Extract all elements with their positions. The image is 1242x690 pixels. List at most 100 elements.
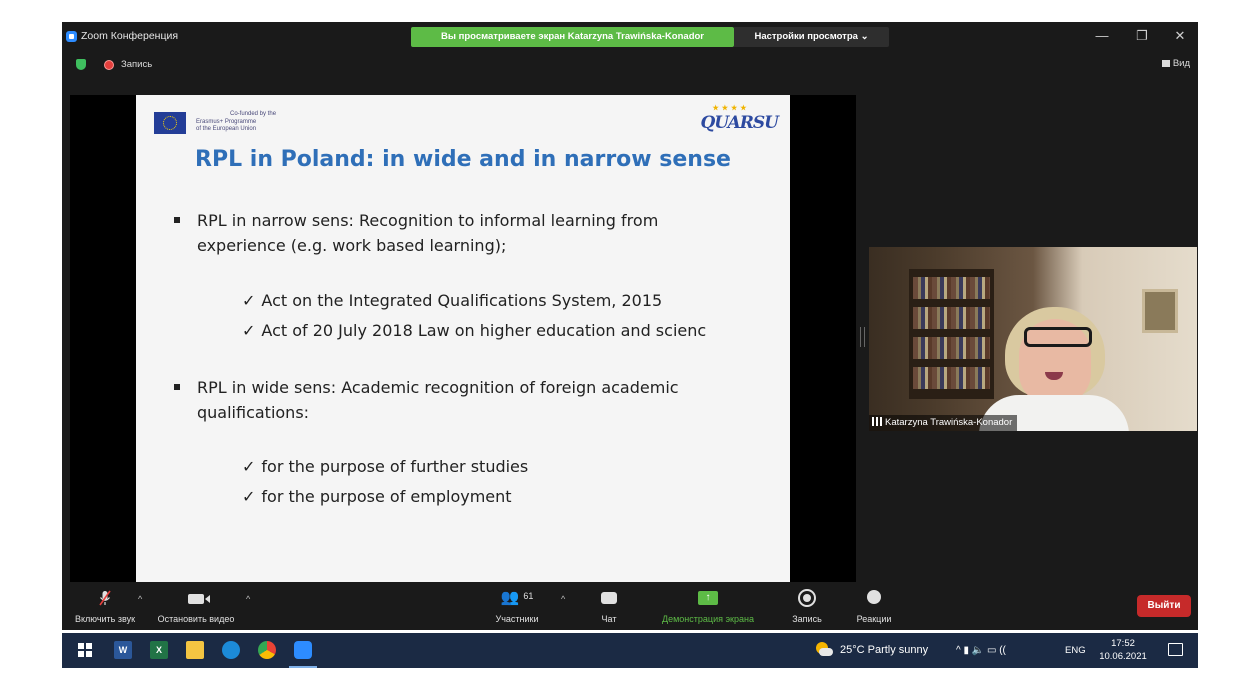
bullet-item: RPL in wide sens: Academic recognition o… <box>174 375 734 425</box>
camera-icon <box>188 594 210 604</box>
excel-icon[interactable]: X <box>150 641 168 659</box>
shared-screen: Co-funded by the Erasmus+ Programme of t… <box>70 95 856 583</box>
check-text: Act of 20 July 2018 Law on higher educat… <box>261 321 707 340</box>
meeting-toolbar: Включить звук ^ Остановить видео ^ 👥 61 … <box>62 582 1198 630</box>
participant-video-thumbnail[interactable]: Katarzyna Trawińska-Konador <box>869 247 1197 431</box>
notification-icon[interactable] <box>1168 643 1183 656</box>
books-row <box>913 307 990 329</box>
windows-start-icon[interactable] <box>76 641 94 659</box>
stop-video-label: Остановить видео <box>157 614 235 624</box>
record-label: Запись <box>792 614 822 624</box>
wall-picture <box>1142 289 1178 333</box>
recording-label: Запись <box>121 59 153 70</box>
books-row <box>913 277 990 299</box>
view-options-button[interactable]: Настройки просмотра ⌄ <box>734 27 889 47</box>
glasses <box>1024 327 1092 347</box>
checkmark-icon: ✓ <box>242 457 256 476</box>
edge-browser-icon[interactable] <box>222 641 240 659</box>
stop-video-button[interactable]: Остановить видео <box>148 582 244 630</box>
unmute-label: Включить звук <box>74 614 136 624</box>
clock-date: 10.06.2021 <box>1099 651 1147 662</box>
participants-options-caret[interactable]: ^ <box>561 594 565 604</box>
chrome-browser-icon[interactable] <box>258 641 276 659</box>
checkmark-icon: ✓ <box>242 321 256 340</box>
view-label: Вид <box>1172 58 1190 69</box>
check-item: ✓ Act on the Integrated Qualifications Sy… <box>242 291 662 310</box>
recording-dot-icon <box>104 60 114 70</box>
eu-text-line: of the European Union <box>196 126 257 132</box>
active-app-indicator <box>289 666 317 668</box>
clock-time: 17:52 <box>1111 638 1135 649</box>
bullet-text: RPL in narrow sens: Recognition to infor… <box>197 211 659 255</box>
panel-splitter-handle[interactable] <box>860 327 865 347</box>
books-row <box>913 337 990 359</box>
word-icon[interactable]: W <box>114 641 132 659</box>
video-options-caret[interactable]: ^ <box>246 594 250 604</box>
check-text: Act on the Integrated Qualifications Sys… <box>261 291 663 310</box>
bullet-text: RPL in wide sens: Academic recognition o… <box>197 378 679 422</box>
check-item: ✓ for the purpose of employment <box>242 487 512 506</box>
emoji-icon <box>867 590 881 604</box>
leave-button[interactable]: Выйти <box>1137 595 1191 617</box>
cloud-shape <box>819 648 833 656</box>
windows-taskbar: W X 25°C Partly sunny ^ ▮ 🔈 ▭ (( ENG 17:… <box>62 633 1198 668</box>
chat-label: Чат <box>601 614 617 624</box>
books-row <box>913 367 990 389</box>
logo-text: QUARSU <box>700 113 779 133</box>
restore-button[interactable]: ❐ <box>1132 28 1152 44</box>
weather-text[interactable]: 25°C Partly sunny <box>840 633 928 668</box>
minimize-button[interactable]: — <box>1092 28 1112 43</box>
participant-name: Katarzyna Trawińska-Konador <box>885 417 1013 428</box>
checkmark-icon: ✓ <box>242 487 256 506</box>
presentation-slide: Co-funded by the Erasmus+ Programme of t… <box>136 95 790 583</box>
people-glyph: 👥 <box>500 589 520 606</box>
close-button[interactable]: ✕ <box>1170 28 1190 44</box>
share-screen-icon: ↑ <box>698 591 718 605</box>
zoom-taskbar-icon[interactable] <box>294 641 312 659</box>
bullet-item: RPL in narrow sens: Recognition to infor… <box>174 208 734 258</box>
eu-flag-icon <box>154 112 186 134</box>
check-text: for the purpose of employment <box>261 487 512 506</box>
logo-stars: ★★★★ <box>712 103 750 112</box>
unmute-button[interactable]: Включить звук <box>62 582 148 630</box>
zoom-window: Zoom Конференция Вы просматриваете экран… <box>62 22 1198 630</box>
share-screen-label: Демонстрация экрана <box>662 614 754 624</box>
title-bar: Zoom Конференция Вы просматриваете экран… <box>62 22 1198 52</box>
participants-label: Участники <box>495 614 539 624</box>
checkmark-icon: ✓ <box>242 291 256 310</box>
check-item: ✓ Act of 20 July 2018 Law on higher educa… <box>242 321 706 340</box>
weather-icon <box>816 642 833 658</box>
audio-options-caret[interactable]: ^ <box>138 594 142 604</box>
participants-count: 61 <box>523 591 534 601</box>
taskbar-clock[interactable]: 17:52 10.06.2021 <box>1096 637 1150 663</box>
record-icon <box>798 589 816 607</box>
reactions-label: Реакции <box>856 614 892 624</box>
view-button[interactable]: Вид <box>1161 58 1190 69</box>
screen-share-banner: Вы просматриваете экран Katarzyna Trawiń… <box>411 27 734 47</box>
meeting-status-row: Запись Вид <box>62 56 1198 72</box>
participants-button[interactable]: 👥 61 Участники <box>482 582 552 630</box>
chat-button[interactable]: Чат <box>589 582 629 630</box>
grid-icon <box>1161 60 1170 67</box>
eu-cofunded-text: Co-funded by the Erasmus+ Programme of t… <box>196 111 276 134</box>
slide-title: RPL in Poland: in wide and in narrow sen… <box>195 147 731 172</box>
file-explorer-icon[interactable] <box>186 641 204 659</box>
reactions-button[interactable]: Реакции <box>848 582 900 630</box>
signal-strength-icon <box>872 417 882 426</box>
record-button[interactable]: Запись <box>784 582 830 630</box>
eu-text-line: Erasmus+ Programme <box>196 118 257 125</box>
share-screen-button[interactable]: ↑ Демонстрация экрана <box>648 582 768 630</box>
participants-icon: 👥 61 <box>501 588 534 606</box>
muted-mic-icon <box>99 590 111 606</box>
app-title: Zoom Конференция <box>81 30 179 42</box>
bullet-square <box>174 217 180 223</box>
participant-name-tag: Katarzyna Trawińska-Konador <box>869 415 1018 431</box>
quarsu-logo: ★★★★ QUARSU <box>700 103 779 133</box>
shield-icon[interactable] <box>76 59 86 70</box>
language-indicator[interactable]: ENG <box>1065 633 1086 668</box>
check-item: ✓ for the purpose of further studies <box>242 457 528 476</box>
system-tray-icons[interactable]: ^ ▮ 🔈 ▭ (( <box>956 633 1006 668</box>
zoom-logo-icon <box>66 31 77 42</box>
chat-icon <box>601 592 617 604</box>
eu-text-line: Co-funded by the <box>230 111 277 117</box>
